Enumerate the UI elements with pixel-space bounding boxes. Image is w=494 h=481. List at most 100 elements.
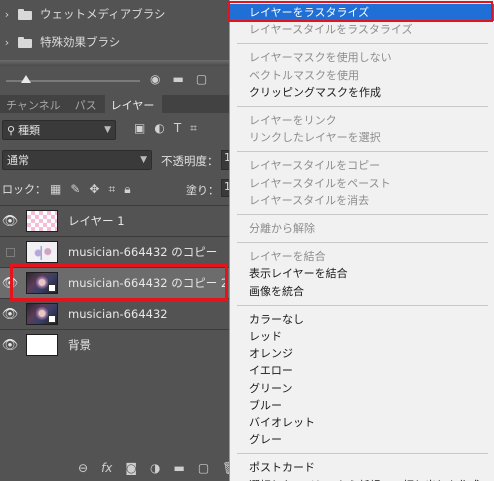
- fill-input[interactable]: 1: [221, 179, 229, 197]
- opacity-input[interactable]: 1: [221, 150, 229, 170]
- add-mask-icon[interactable]: ◙: [125, 461, 137, 475]
- eye-icon[interactable]: 👁︎: [0, 299, 20, 330]
- menu-item[interactable]: 表示レイヤーを結合: [230, 265, 494, 282]
- trash-icon[interactable]: 🗑︎: [222, 461, 229, 475]
- panel-tabs: チャンネル パス レイヤー: [0, 95, 229, 113]
- layer-filter-select[interactable]: ⚲ 種類 ▼: [2, 120, 116, 140]
- menu-item[interactable]: ポストカード: [230, 459, 494, 476]
- fill-label: 塗り：: [186, 184, 219, 197]
- link-layers-icon[interactable]: ⊖: [78, 461, 88, 475]
- brush-preset-row[interactable]: › ウェットメディアブラシ: [0, 0, 229, 28]
- tab-channels[interactable]: チャンネル: [0, 95, 69, 113]
- menu-item: レイヤースタイルを消去: [249, 193, 370, 207]
- menu-separator: [237, 242, 488, 244]
- new-icon[interactable]: ▢: [196, 72, 207, 86]
- brush-size-slider-row: ◉ ▬ ▢: [0, 66, 229, 92]
- menu-item: レイヤースタイルをコピー: [249, 159, 381, 173]
- lock-transparency-icon[interactable]: ▦: [50, 182, 61, 197]
- menu-item[interactable]: グレー: [230, 431, 494, 448]
- folder-icon: [18, 36, 32, 48]
- blend-mode-value: 通常: [7, 154, 29, 167]
- lock-all-icon[interactable]: 🔒︎: [124, 182, 130, 197]
- brush-panel-actions: ◉ ▬ ▢: [150, 72, 207, 86]
- menu-item[interactable]: カラーなし: [230, 311, 494, 328]
- adjustment-layer-icon[interactable]: ◑: [150, 461, 160, 475]
- layer-filter-icons: ▣ ◐ T ⌗: [134, 121, 197, 136]
- layer-name: musician-664432 のコピー 2: [68, 276, 229, 290]
- menu-item[interactable]: イエロー: [230, 362, 494, 379]
- menu-item[interactable]: ブルー: [230, 397, 494, 414]
- image-filter-icon[interactable]: ▣: [134, 121, 145, 136]
- menu-item[interactable]: レイヤーをラスタライズ: [230, 4, 494, 21]
- adjustment-filter-icon[interactable]: ◐: [154, 121, 164, 136]
- layer-thumbnail: [26, 272, 58, 294]
- layers-list: 👁︎ レイヤー 1 musician-664432 のコピー 👁︎ musici…: [0, 203, 229, 447]
- layer-row[interactable]: 👁︎ レイヤー 1: [0, 205, 229, 236]
- menu-item: レイヤーを結合: [249, 250, 326, 264]
- menu-item: レイヤースタイルをペースト: [249, 176, 391, 190]
- lock-position-icon[interactable]: ✥: [89, 182, 99, 197]
- layer-thumbnail: [26, 210, 58, 232]
- layer-row[interactable]: musician-664432 のコピー: [0, 236, 229, 267]
- menu-item: レイヤースタイルをラスタライズ: [249, 23, 413, 37]
- new-layer-icon[interactable]: ▢: [198, 461, 209, 475]
- layer-row[interactable]: 👁︎ musician-664432: [0, 298, 229, 329]
- menu-item: リンクしたレイヤーを選択: [249, 131, 381, 145]
- layers-bottom-toolbar: ⊖ fx ◙ ◑ ▬ ▢ 🗑︎: [0, 454, 229, 481]
- lock-icons: ▦ ✎ ✥ ⌗ 🔒︎: [50, 182, 131, 197]
- folder-icon[interactable]: ▬: [172, 72, 183, 86]
- layer-name: 背景: [68, 338, 91, 352]
- slider-thumb[interactable]: [21, 75, 31, 83]
- menu-item: レイヤーをリンク: [249, 114, 337, 127]
- eye-icon[interactable]: 👁︎: [0, 330, 20, 361]
- menu-item[interactable]: クリッピングマスクを作成: [230, 84, 494, 101]
- layer-row-selected[interactable]: 👁︎ musician-664432 のコピー 2: [0, 267, 229, 298]
- lock-label: ロック：: [2, 183, 46, 196]
- menu-separator: [237, 304, 488, 306]
- lock-paint-icon[interactable]: ✎: [70, 182, 80, 197]
- menu-separator: [237, 151, 488, 153]
- chevron-right-icon[interactable]: ›: [0, 36, 14, 49]
- menu-item: ベクトルマスクを使用: [249, 68, 359, 82]
- new-group-icon[interactable]: ▬: [174, 461, 185, 475]
- opacity-label: 不透明度：: [161, 154, 219, 168]
- layer-thumbnail: [26, 334, 58, 356]
- chevron-right-icon[interactable]: ›: [0, 8, 14, 21]
- eye-toggle-icon[interactable]: ◉: [150, 72, 160, 86]
- eye-icon[interactable]: 👁︎: [0, 206, 20, 237]
- filter-kind-label: 種類: [18, 124, 41, 137]
- shape-filter-icon[interactable]: ⌗: [190, 121, 197, 136]
- layers-panel-area: › ウェットメディアブラシ › 特殊効果ブラシ ◉ ▬ ▢ チャンネル パス レ…: [0, 0, 229, 481]
- menu-item[interactable]: バイオレット: [230, 414, 494, 431]
- brush-preset-label: 特殊効果ブラシ: [40, 35, 121, 49]
- menu-item[interactable]: オレンジ: [230, 345, 494, 362]
- menu-separator: [237, 106, 488, 107]
- blend-mode-select[interactable]: 通常 ▼: [2, 150, 152, 170]
- visibility-off-icon[interactable]: [0, 237, 20, 268]
- layer-thumbnail: [26, 241, 58, 263]
- menu-item[interactable]: 画像を統合: [230, 283, 494, 300]
- menu-item[interactable]: レッド: [230, 328, 494, 345]
- brush-preset-label: ウェットメディアブラシ: [40, 7, 166, 21]
- search-icon: ⚲: [7, 123, 16, 137]
- menu-item[interactable]: グリーン: [230, 380, 494, 397]
- folder-icon: [18, 8, 32, 20]
- fx-icon[interactable]: fx: [101, 461, 112, 475]
- menu-separator: [237, 453, 488, 455]
- tab-paths[interactable]: パス: [69, 95, 105, 113]
- eye-icon[interactable]: 👁︎: [0, 268, 20, 299]
- menu-separator: [237, 214, 488, 215]
- menu-separator: [237, 43, 488, 45]
- chevron-down-icon: ▼: [104, 125, 111, 135]
- lock-artboard-icon[interactable]: ⌗: [108, 182, 115, 197]
- tab-layers[interactable]: レイヤー: [104, 95, 163, 113]
- layer-name: レイヤー 1: [68, 214, 125, 228]
- layer-name: musician-664432 のコピー: [68, 245, 218, 259]
- menu-item[interactable]: 選択したレイヤーから新規 3D 押し出しを作成: [230, 477, 494, 481]
- chevron-down-icon: ▼: [140, 155, 147, 165]
- layer-row[interactable]: 👁︎ 背景: [0, 329, 229, 360]
- type-filter-icon[interactable]: T: [174, 121, 181, 136]
- brush-preset-row[interactable]: › 特殊効果ブラシ: [0, 28, 229, 56]
- smart-object-badge-icon: [48, 315, 56, 323]
- layer-name: musician-664432: [68, 307, 168, 321]
